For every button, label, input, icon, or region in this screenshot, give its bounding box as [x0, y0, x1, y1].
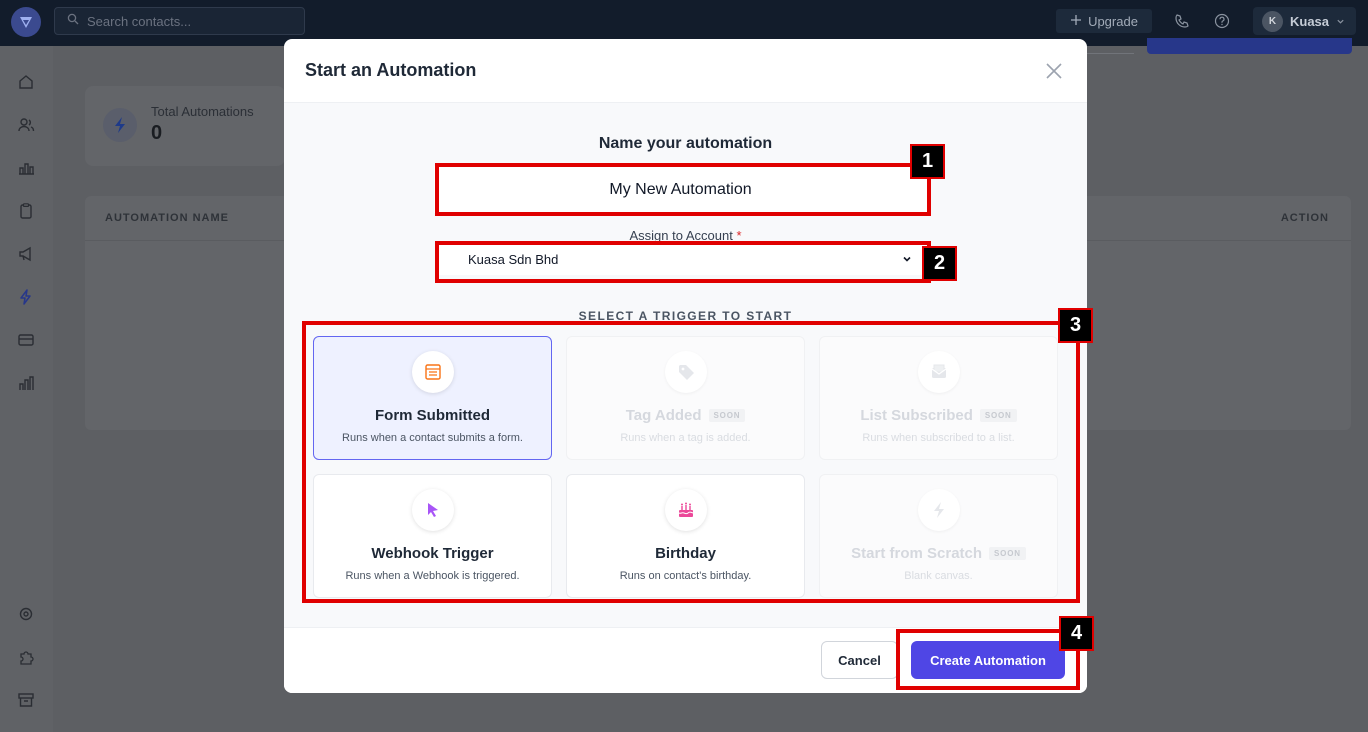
create-automation-button[interactable]: Create Automation: [911, 641, 1065, 679]
bolt-icon: [103, 108, 137, 142]
name-heading: Name your automation: [598, 135, 773, 152]
trigger-card-webhook[interactable]: Webhook Trigger Runs when a Webhook is t…: [313, 474, 552, 598]
trigger-card-form-submitted[interactable]: Form Submitted Runs when a contact submi…: [313, 336, 552, 460]
trigger-title-text: Start from Scratch: [851, 545, 983, 562]
search-placeholder: Search contacts...: [87, 13, 192, 29]
automation-name-input[interactable]: [434, 166, 927, 213]
puzzle-icon[interactable]: [16, 647, 36, 667]
avatar: K: [1262, 10, 1283, 32]
column-header-name: AUTOMATION NAME: [105, 212, 229, 224]
trigger-title: Start from Scratch SOON: [820, 545, 1057, 562]
trigger-description: Blank canvas.: [904, 570, 973, 582]
trigger-description: Runs on contact's birthday.: [619, 570, 752, 582]
app-logo[interactable]: [11, 7, 41, 37]
search-input[interactable]: Search contacts...: [54, 7, 305, 35]
trigger-card-list-subscribed: List Subscribed SOON Runs when subscribed…: [819, 336, 1058, 460]
chevron-down-icon: [1336, 14, 1345, 29]
assign-label-text: Assign to Account: [629, 228, 733, 243]
background-button: [1086, 44, 1134, 54]
trigger-card-start-from-scratch: Start from Scratch SOON Blank canvas.: [819, 474, 1058, 598]
help-icon[interactable]: [1212, 11, 1232, 31]
column-header-action: ACTION: [1280, 212, 1329, 224]
trigger-card-birthday[interactable]: Birthday Runs on contact's birthday.: [566, 474, 805, 598]
mail-icon: [917, 351, 960, 393]
required-mark: *: [736, 228, 742, 243]
soon-badge: SOON: [708, 409, 746, 422]
trigger-title: List Subscribed SOON: [820, 407, 1057, 424]
start-automation-modal: Start an Automation Name your automation…: [284, 39, 1087, 693]
soon-badge: SOON: [979, 409, 1017, 422]
annotation-number: 1: [910, 144, 945, 179]
user-menu[interactable]: K Kuasa: [1253, 7, 1356, 35]
stat-label: Total Automations: [151, 104, 254, 119]
trigger-title-text: Birthday: [655, 545, 716, 562]
analytics-icon[interactable]: [16, 373, 36, 393]
upgrade-button[interactable]: Upgrade: [1056, 9, 1152, 33]
sidebar: [0, 46, 53, 732]
trigger-title: Webhook Trigger: [314, 545, 551, 562]
annotation-number: 4: [1059, 616, 1094, 651]
assign-account-label: Assign to Account *: [284, 228, 1087, 243]
plus-icon: [1070, 14, 1082, 29]
upgrade-label: Upgrade: [1088, 13, 1138, 29]
settings-gear-icon[interactable]: [16, 604, 36, 624]
trigger-title: Form Submitted: [314, 407, 551, 424]
phone-icon[interactable]: [1172, 11, 1192, 31]
modal-header: Start an Automation: [284, 39, 1087, 103]
annotation-number: 3: [1058, 308, 1093, 343]
trigger-title-text: Webhook Trigger: [371, 545, 494, 562]
trigger-card-tag-added: Tag Added SOON Runs when a tag is added.: [566, 336, 805, 460]
billing-icon[interactable]: [16, 330, 36, 350]
trigger-description: Runs when a contact submits a form.: [342, 432, 523, 444]
total-automations-card: Total Automations 0: [85, 86, 285, 166]
soon-badge: SOON: [989, 547, 1026, 560]
close-icon[interactable]: [1044, 61, 1064, 81]
annotation-number: 2: [922, 246, 957, 281]
tag-icon: [664, 351, 707, 393]
home-icon[interactable]: [16, 72, 36, 92]
account-select-value: Kuasa Sdn Bhd: [468, 251, 559, 267]
user-name: Kuasa: [1290, 13, 1330, 29]
megaphone-icon[interactable]: [16, 244, 36, 264]
trigger-description: Runs when a tag is added.: [620, 432, 751, 444]
clipboard-icon[interactable]: [16, 201, 36, 221]
modal-footer: Cancel Create Automation: [284, 627, 1087, 693]
automation-bolt-icon[interactable]: [16, 287, 36, 307]
stat-value: 0: [151, 122, 163, 144]
contacts-icon[interactable]: [16, 115, 36, 135]
chevron-down-icon: [902, 252, 912, 267]
cake-icon: [664, 489, 707, 531]
search-icon: [67, 12, 79, 30]
bolt-icon: [917, 489, 960, 531]
archive-icon[interactable]: [16, 690, 36, 710]
trigger-title: Birthday: [567, 545, 804, 562]
trigger-title-text: Tag Added: [625, 407, 702, 424]
cancel-button[interactable]: Cancel: [821, 641, 898, 679]
modal-title: Start an Automation: [305, 60, 477, 80]
trigger-description: Runs when a Webhook is triggered.: [345, 570, 520, 582]
reports-icon[interactable]: [16, 158, 36, 178]
trigger-description: Runs when subscribed to a list.: [862, 432, 1015, 444]
trigger-title: Tag Added SOON: [567, 407, 804, 424]
account-select[interactable]: Kuasa Sdn Bhd: [436, 243, 926, 275]
trigger-heading: SELECT A TRIGGER TO START: [578, 309, 793, 323]
trigger-title-text: List Subscribed: [860, 407, 973, 424]
background-primary-button: [1147, 38, 1352, 54]
trigger-title-text: Form Submitted: [375, 407, 490, 424]
form-icon: [411, 351, 454, 393]
cursor-icon: [411, 489, 454, 531]
modal-body: Name your automation Assign to Account *…: [284, 103, 1087, 627]
